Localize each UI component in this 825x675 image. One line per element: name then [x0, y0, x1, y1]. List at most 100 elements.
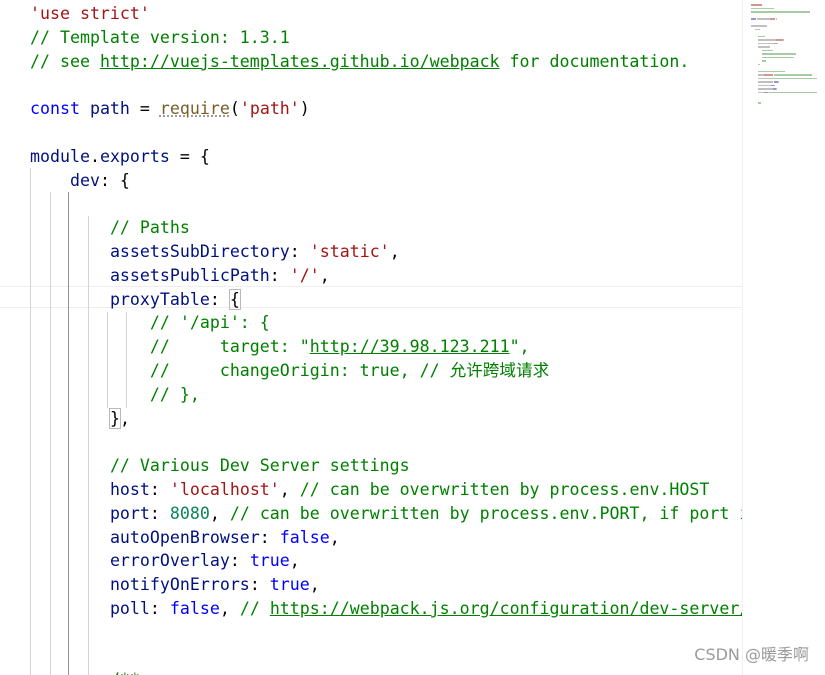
code-token: = { — [169, 146, 210, 166]
code-token: path — [89, 99, 130, 119]
code-line[interactable]: notifyOnErrors: true, — [30, 573, 320, 597]
code-token: ( — [229, 99, 240, 119]
code-line[interactable]: assetsSubDirectory: 'static', — [30, 240, 400, 264]
code-token: 'static' — [309, 242, 390, 261]
code-line[interactable]: // '/api': { — [30, 311, 270, 335]
code-token: errorOverlay — [109, 551, 230, 571]
code-token: for documentation. — [499, 51, 690, 71]
code-line[interactable]: // see http://vuejs-templates.github.io/… — [30, 50, 689, 74]
minimap-line — [775, 18, 777, 20]
code-line[interactable]: // changeOrigin: true, // 允许跨域请求 — [30, 359, 549, 383]
code-line[interactable]: proxyTable: { — [30, 288, 241, 312]
minimap-line — [759, 63, 761, 65]
code-editor[interactable]: 'use strict' // Template version: 1.3.1 //… — [0, 0, 742, 675]
code-token: http://39.98.123.211 — [309, 337, 510, 357]
code-token: /** — [110, 670, 140, 675]
code-token: notifyOnErrors — [109, 575, 250, 595]
minimap-line — [761, 56, 795, 58]
code-token: : { — [99, 170, 130, 190]
code-token: port — [109, 503, 150, 523]
code-token: false — [279, 527, 330, 547]
minimap-line — [757, 28, 760, 30]
code-line[interactable]: }, — [30, 407, 130, 431]
code-token: assetsPublicPath — [109, 265, 270, 285]
code-line[interactable]: dev: { — [30, 169, 130, 193]
code-token: // Template version: 1.3.1 — [30, 27, 290, 47]
minimap-line — [751, 4, 762, 6]
code-line[interactable]: // target: "http://39.98.123.211", — [30, 335, 530, 359]
minimap-line — [776, 39, 784, 41]
code-token: // target: " — [149, 337, 310, 357]
minimap-line — [778, 81, 779, 83]
code-line[interactable]: 'use strict' — [30, 2, 150, 26]
minimap-line — [776, 88, 778, 90]
minimap-line — [757, 11, 794, 13]
code-token: host — [109, 480, 150, 499]
minimap-line — [758, 39, 775, 41]
code-token: // Paths — [109, 218, 190, 238]
minimap-line — [758, 88, 771, 90]
minimap-line — [758, 42, 773, 44]
minimap-line — [758, 46, 768, 48]
code-token: require — [159, 99, 230, 119]
code-token: 'localhost' — [169, 480, 280, 499]
code-token: https://webpack.js.org/configuration/dev… — [269, 599, 742, 618]
code-line[interactable]: module.exports = { — [30, 145, 210, 169]
minimap-line — [763, 25, 768, 27]
code-line[interactable]: autoOpenBrowser: false, — [30, 526, 340, 550]
code-line[interactable]: errorOverlay: true, — [30, 549, 300, 573]
code-line[interactable]: port: 8080, // can be overwritten by pro… — [30, 502, 742, 526]
code-token: assetsSubDirectory — [109, 242, 290, 261]
code-token: , — [309, 575, 320, 595]
minimap-line — [783, 39, 785, 41]
code-line[interactable]: poll: false, // https://webpack.js.org/c… — [30, 597, 742, 621]
minimap-line — [761, 60, 767, 62]
minimap[interactable] — [742, 0, 825, 675]
code-token: const — [30, 99, 80, 119]
code-token: , — [329, 527, 340, 547]
minimap-line — [793, 11, 811, 13]
minimap-line — [763, 74, 774, 76]
code-token: exports — [99, 146, 170, 166]
code-token: : — [209, 289, 230, 309]
code-line[interactable]: assetsPublicPath: '/', — [30, 264, 330, 288]
code-line[interactable]: // Paths — [30, 216, 190, 240]
code-line[interactable]: // Various Dev Server settings — [30, 454, 410, 478]
code-token: // changeOrigin: true, // 允许跨域请求 — [149, 361, 550, 380]
code-token: 'path' — [239, 99, 300, 119]
code-token: 8080 — [169, 503, 210, 523]
watermark-text: CSDN @暖季啊 — [694, 645, 809, 664]
code-token: , — [289, 551, 300, 571]
code-token: : — [149, 480, 170, 499]
code-token: , — [319, 265, 330, 285]
minimap-line — [758, 102, 761, 104]
minimap-line — [758, 70, 786, 72]
minimap-line — [761, 53, 777, 55]
code-token: proxyTable — [109, 289, 210, 309]
code-token: : — [259, 527, 280, 547]
minimap-line — [769, 77, 817, 79]
code-token: poll — [109, 599, 150, 618]
code-token: // can be overwritten by process.env.POR… — [229, 503, 742, 523]
code-line[interactable]: // Template version: 1.3.1 — [30, 26, 290, 50]
code-token: false — [169, 599, 220, 618]
code-token: : — [229, 551, 250, 571]
code-token: : — [289, 242, 310, 261]
code-line[interactable]: /** — [30, 668, 140, 675]
minimap-line — [769, 46, 770, 48]
code-token: , — [119, 408, 130, 428]
code-line[interactable]: // }, — [30, 383, 200, 407]
code-line[interactable]: const path = require('path') — [30, 97, 310, 121]
code-line[interactable]: host: 'localhost', // can be overwritten… — [30, 478, 709, 502]
